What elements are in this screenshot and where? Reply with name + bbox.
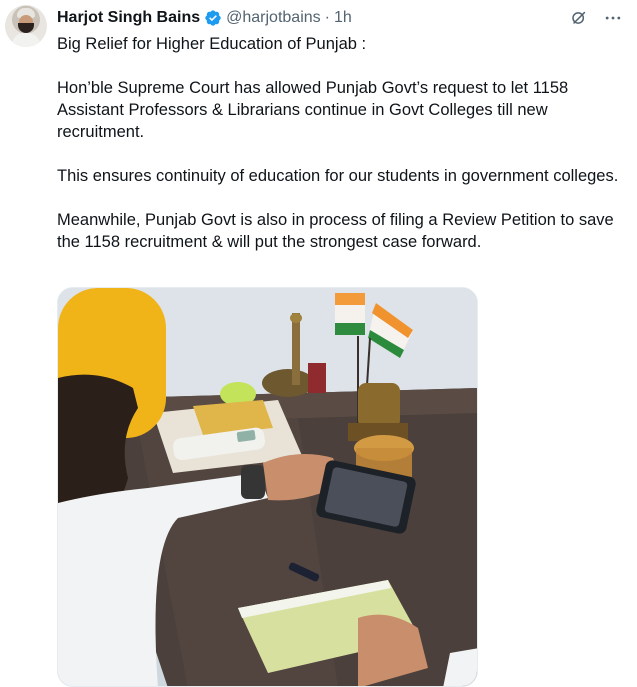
post-timestamp[interactable]: 1h <box>334 9 352 27</box>
photo-lamp-stem <box>292 313 300 385</box>
avatar-body-shape <box>12 33 40 47</box>
tweet-paragraph: Meanwhile, Punjab Govt is also in proces… <box>57 211 614 251</box>
photo-flag-left-green <box>335 323 365 335</box>
tweet-photo[interactable] <box>57 287 478 687</box>
photo-lamp-base <box>262 369 314 397</box>
photo-watch <box>241 465 265 499</box>
photo-emblem <box>358 383 400 428</box>
author-name[interactable]: Harjot Singh Bains <box>57 9 200 27</box>
meta-separator: · <box>324 9 330 26</box>
tweet-paragraph: This ensures continuity of education for… <box>57 167 619 185</box>
tweet-paragraph: Hon’ble Supreme Court has allowed Punjab… <box>57 79 569 141</box>
photo-lamp-top <box>290 313 302 323</box>
photo-red-box <box>308 363 326 393</box>
tweet-text: Big Relief for Higher Education of Punja… <box>57 33 632 253</box>
avatar-beard-shape <box>18 23 34 33</box>
author-handle[interactable]: @harjotbains <box>226 9 321 27</box>
more-icon[interactable] <box>603 8 623 28</box>
tweet-actions-top <box>555 8 623 28</box>
tweet-card[interactable]: Harjot Singh Bains @harjotbains · 1h Big… <box>0 0 637 687</box>
photo-illustration <box>58 288 477 686</box>
tweet-header: Harjot Singh Bains @harjotbains · 1h <box>57 8 352 28</box>
avatar[interactable] <box>5 5 47 47</box>
tweet-paragraph: Big Relief for Higher Education of Punja… <box>57 35 367 53</box>
verified-badge-icon[interactable] <box>204 9 222 27</box>
grok-icon[interactable] <box>569 8 589 28</box>
photo-flag-left-saffron <box>335 293 365 305</box>
